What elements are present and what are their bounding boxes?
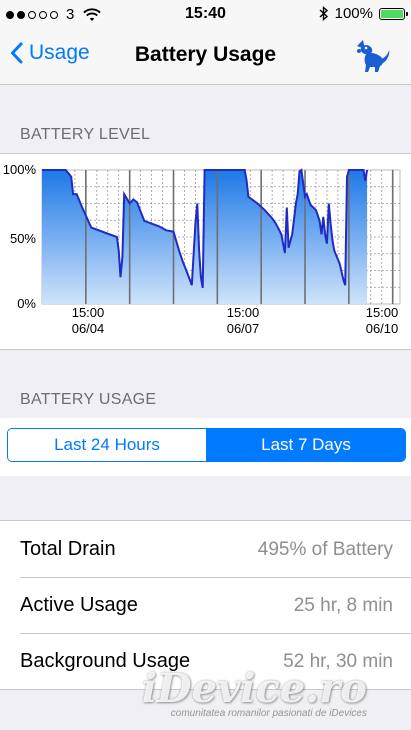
- battery-usage-header: BATTERY USAGE: [20, 391, 157, 408]
- bluetooth-icon: [319, 6, 328, 21]
- tab-last-7-days[interactable]: Last 7 Days: [207, 429, 405, 461]
- tab-last-24-hours[interactable]: Last 24 Hours: [8, 429, 207, 461]
- battery-icon: [379, 7, 408, 20]
- battery-percent: 100%: [334, 5, 373, 22]
- table-row: Active Usage 25 hr, 8 min: [0, 577, 411, 633]
- table-row: Total Drain 495% of Battery: [0, 521, 411, 577]
- battery-chart-svg: 100% 50% 0% 15:00 06/04 15:00 06/07 15:0…: [3, 162, 401, 336]
- page-title: Battery Usage: [134, 43, 277, 66]
- y-tick-label: 50%: [10, 231, 36, 246]
- x-tick-time: 15:00: [227, 305, 260, 320]
- active-usage-value: 25 hr, 8 min: [293, 595, 393, 616]
- x-tick-date: 06/04: [72, 321, 105, 336]
- time-range-segmented-control: Last 24 Hours Last 7 Days: [7, 428, 406, 462]
- y-tick-label: 100%: [3, 162, 37, 177]
- status-bar: 3 15:40 100%: [0, 0, 411, 30]
- active-usage-label: Active Usage: [20, 594, 138, 616]
- y-tick-label: 0%: [17, 296, 36, 311]
- segmented-control-area: Last 24 Hours Last 7 Days: [0, 418, 411, 476]
- table-row: Background Usage 52 hr, 30 min: [0, 633, 411, 689]
- background-usage-value: 52 hr, 30 min: [283, 651, 393, 672]
- navigation-bar: Usage Battery Usage: [0, 30, 411, 85]
- y-axis-labels: 100% 50% 0%: [3, 162, 37, 311]
- background-usage-label: Background Usage: [20, 650, 191, 672]
- battery-level-header: BATTERY LEVEL: [20, 126, 151, 143]
- x-tick-time: 15:00: [366, 305, 399, 320]
- usage-table: Total Drain 495% of Battery Active Usage…: [0, 520, 411, 690]
- total-drain-value: 495% of Battery: [257, 539, 393, 560]
- x-axis-labels: 15:00 06/04 15:00 06/07 15:00 06/10: [72, 305, 399, 336]
- status-right: 100%: [319, 5, 408, 22]
- x-tick-date: 06/10: [366, 321, 399, 336]
- x-tick-time: 15:00: [72, 305, 105, 320]
- watermark-tagline: comunitatea romanilor pasionati de iDevi…: [170, 708, 367, 719]
- x-tick-date: 06/07: [227, 321, 260, 336]
- total-drain-label: Total Drain: [20, 538, 116, 560]
- dog-logo-icon[interactable]: [353, 38, 391, 74]
- battery-level-chart: 100% 50% 0% 15:00 06/04 15:00 06/07 15:0…: [0, 153, 411, 350]
